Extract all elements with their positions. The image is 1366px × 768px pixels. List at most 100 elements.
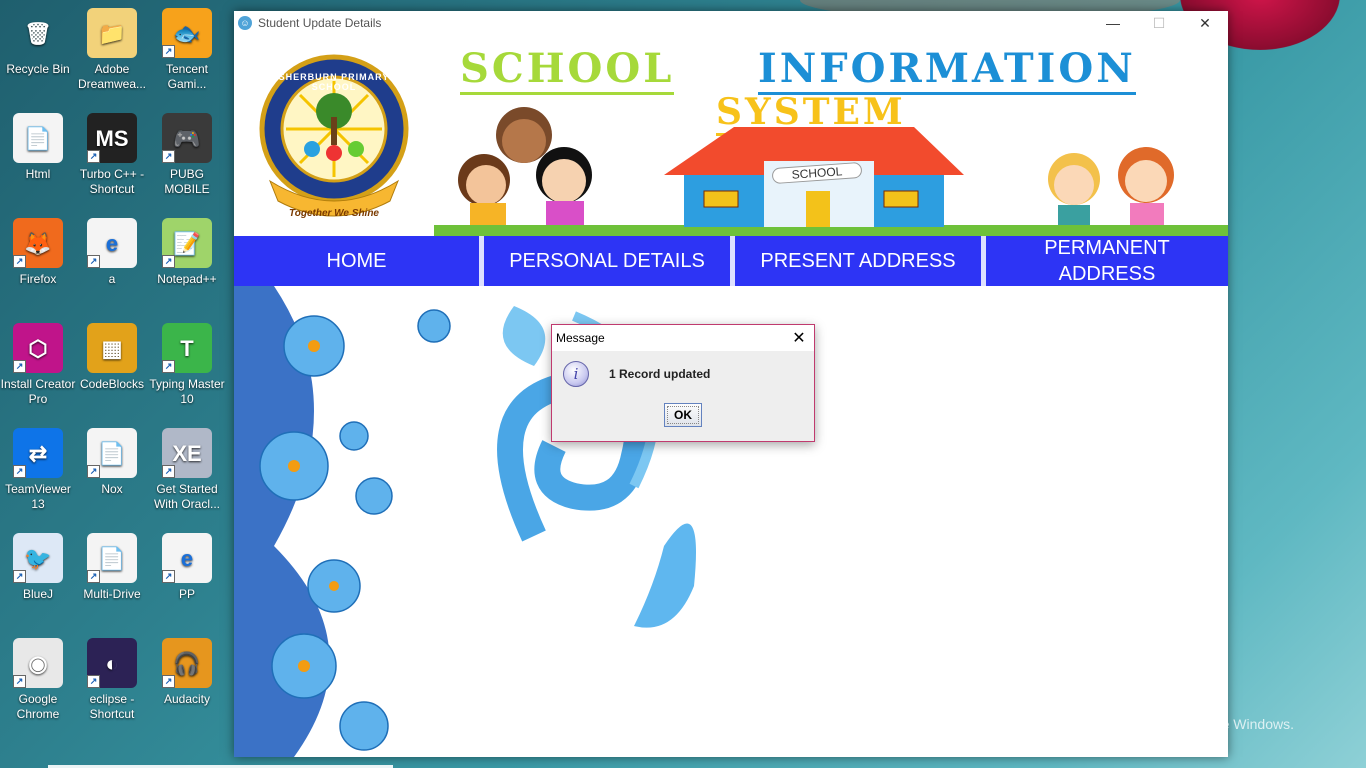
desktop-shortcut-label: a — [108, 272, 116, 286]
pubg-mobile-icon: 🎮 ↗ — [162, 113, 212, 163]
desktop-shortcut-label: CodeBlocks — [79, 377, 145, 391]
notepadpp-icon: 📝 ↗ — [162, 218, 212, 268]
shortcut-arrow-icon: ↗ — [87, 255, 100, 268]
desktop-shortcut[interactable]: 📄 Html — [0, 113, 76, 182]
minimize-button[interactable]: — — [1090, 11, 1136, 35]
desktop-shortcut[interactable]: e ↗ PP — [149, 533, 225, 602]
title-bar[interactable]: ☺ Student Update Details — ☐ ✕ — [234, 11, 1228, 35]
shortcut-arrow-icon: ↗ — [162, 150, 175, 163]
desktop-shortcut[interactable]: 🦊 ↗ Firefox — [0, 218, 76, 287]
teamviewer-icon: ⇄ ↗ — [13, 428, 63, 478]
desktop-shortcut[interactable]: ⬡ ↗ Install Creator Pro — [0, 323, 76, 407]
typing-master-icon: T ↗ — [162, 323, 212, 373]
multi-drive-icon: 📄 ↗ — [87, 533, 137, 583]
desktop-shortcut-label: Nox — [101, 482, 123, 496]
shortcut-arrow-icon: ↗ — [13, 570, 26, 583]
shortcut-arrow-icon: ↗ — [87, 675, 100, 688]
activate-windows-watermark: Activate Windows Go to Settings to activ… — [1073, 690, 1294, 732]
dreamweaver-folder-icon: 📁 — [87, 8, 137, 58]
banner: SHERBURN PRIMARY SCHOOL Together We Shin… — [234, 35, 1228, 236]
desktop-shortcut[interactable]: MS ↗ Turbo C++ - Shortcut — [74, 113, 150, 197]
desktop-shortcut[interactable]: ◉ ↗ Google Chrome — [0, 638, 76, 722]
shortcut-arrow-icon: ↗ — [13, 255, 26, 268]
dialog-message: 1 Record updated — [609, 367, 711, 381]
watermark-line2: Go to Settings to activate Windows. — [1073, 716, 1294, 732]
desktop-shortcut[interactable]: 🎮 ↗ PUBG MOBILE — [149, 113, 225, 197]
firefox-icon: 🦊 ↗ — [13, 218, 63, 268]
desktop-shortcut[interactable]: ◐ ↗ eclipse - Shortcut — [74, 638, 150, 722]
desktop-shortcut-label: Audacity — [163, 692, 211, 706]
desktop-shortcut[interactable]: T ↗ Typing Master 10 — [149, 323, 225, 407]
desktop-shortcut[interactable]: 🐟 ↗ Tencent Gami... — [149, 8, 225, 92]
shortcut-arrow-icon: ↗ — [162, 570, 175, 583]
shortcut-arrow-icon: ↗ — [87, 150, 100, 163]
desktop-shortcut[interactable]: 📝 ↗ Notepad++ — [149, 218, 225, 287]
shortcut-arrow-icon: ↗ — [87, 570, 100, 583]
window-controls: — ☐ ✕ — [1090, 11, 1228, 35]
tencent-gaming-icon: 🐟 ↗ — [162, 8, 212, 58]
desktop-shortcut-label: Recycle Bin — [6, 62, 70, 76]
oracle-icon: XE ↗ — [162, 428, 212, 478]
desktop-shortcut-label: Google Chrome — [16, 692, 60, 721]
turbo-cpp-icon: MS ↗ — [87, 113, 137, 163]
desktop-shortcut[interactable]: 🗑 Recycle Bin — [0, 8, 76, 77]
desktop-shortcut-label: PP — [178, 587, 195, 601]
desktop-shortcut[interactable]: 📁 Adobe Dreamwea... — [74, 8, 150, 92]
recycle-bin-icon: 🗑 — [24, 20, 52, 46]
edge-file-icon: e ↗ — [87, 218, 137, 268]
desktop-shortcut[interactable]: ▦ CodeBlocks — [74, 323, 150, 392]
info-icon: i — [563, 361, 589, 387]
desktop-shortcut[interactable]: 🎧 ↗ Audacity — [149, 638, 225, 707]
dialog-body: i 1 Record updated — [552, 351, 814, 387]
chrome-icon: ◉ ↗ — [13, 638, 63, 688]
close-button[interactable]: ✕ — [1182, 11, 1228, 35]
message-dialog: Message ✕ i 1 Record updated OK — [551, 324, 815, 442]
nav-personal-details[interactable]: PERSONAL DETAILS — [484, 236, 735, 286]
shortcut-arrow-icon: ↗ — [162, 465, 175, 478]
nav-bar: HOME PERSONAL DETAILS PRESENT ADDRESS PE… — [234, 236, 1228, 286]
dialog-title-bar[interactable]: Message ✕ — [552, 325, 814, 351]
desktop-shortcut[interactable]: XE ↗ Get Started With Oracl... — [149, 428, 225, 512]
shortcut-arrow-icon: ↗ — [162, 255, 175, 268]
title-school: SCHOOL — [460, 45, 675, 95]
nav-permanent-address[interactable]: PERMANENT ADDRESS — [986, 236, 1228, 286]
desktop-shortcut-label: Notepad++ — [157, 272, 217, 286]
desktop-shortcut[interactable]: e ↗ a — [74, 218, 150, 287]
codeblocks-icon: ▦ — [87, 323, 137, 373]
pp-edge-icon: e ↗ — [162, 533, 212, 583]
title-information: INFORMATION — [758, 45, 1136, 95]
desktop-shortcut[interactable]: 📄 ↗ Nox — [74, 428, 150, 497]
nav-home[interactable]: HOME — [234, 236, 484, 286]
maximize-button[interactable]: ☐ — [1136, 11, 1182, 35]
desktop-shortcut-label: TeamViewer 13 — [5, 482, 71, 511]
shortcut-arrow-icon: ↗ — [13, 360, 26, 373]
window-title: Student Update Details — [258, 16, 382, 30]
desktop-shortcut[interactable]: ⇄ ↗ TeamViewer 13 — [0, 428, 76, 512]
desktop-shortcut[interactable]: 📄 ↗ Multi-Drive — [74, 533, 150, 602]
desktop-shortcut-label: Get Started With Oracl... — [153, 482, 220, 511]
desktop-shortcut-label: PUBG MOBILE — [164, 167, 210, 196]
shortcut-arrow-icon: ↗ — [162, 45, 175, 58]
shortcut-arrow-icon: ↗ — [13, 465, 26, 478]
audacity-icon: 🎧 ↗ — [162, 638, 212, 688]
ok-button[interactable]: OK — [664, 403, 702, 427]
desktop-shortcut-label: Turbo C++ - Shortcut — [79, 167, 145, 196]
shortcut-arrow-icon: ↗ — [87, 465, 100, 478]
desktop-shortcut-label: Firefox — [19, 272, 57, 286]
dialog-close-button[interactable]: ✕ — [784, 328, 814, 348]
nav-present-address[interactable]: PRESENT ADDRESS — [735, 236, 986, 286]
app-icon: ☺ — [238, 16, 252, 30]
dialog-title: Message — [556, 331, 605, 345]
html-file-icon: 📄 — [13, 113, 63, 163]
desktop-shortcut-label: Adobe Dreamwea... — [77, 62, 147, 91]
desktop-shortcut-label: eclipse - Shortcut — [89, 692, 135, 721]
watermark-line1: Activate Windows — [1073, 690, 1223, 711]
logo-motto: Together We Shine — [288, 208, 379, 219]
desktop-shortcut[interactable]: 🐦 ↗ BlueJ — [0, 533, 76, 602]
desktop-shortcut-label: Tencent Gami... — [165, 62, 209, 91]
nox-icon: 📄 ↗ — [87, 428, 137, 478]
logo-school-name: SHERBURN PRIMARY SCHOOL — [278, 72, 390, 92]
shortcut-arrow-icon: ↗ — [162, 675, 175, 688]
desktop-shortcut-label: Typing Master 10 — [149, 377, 225, 406]
install-creator-icon: ⬡ ↗ — [13, 323, 63, 373]
